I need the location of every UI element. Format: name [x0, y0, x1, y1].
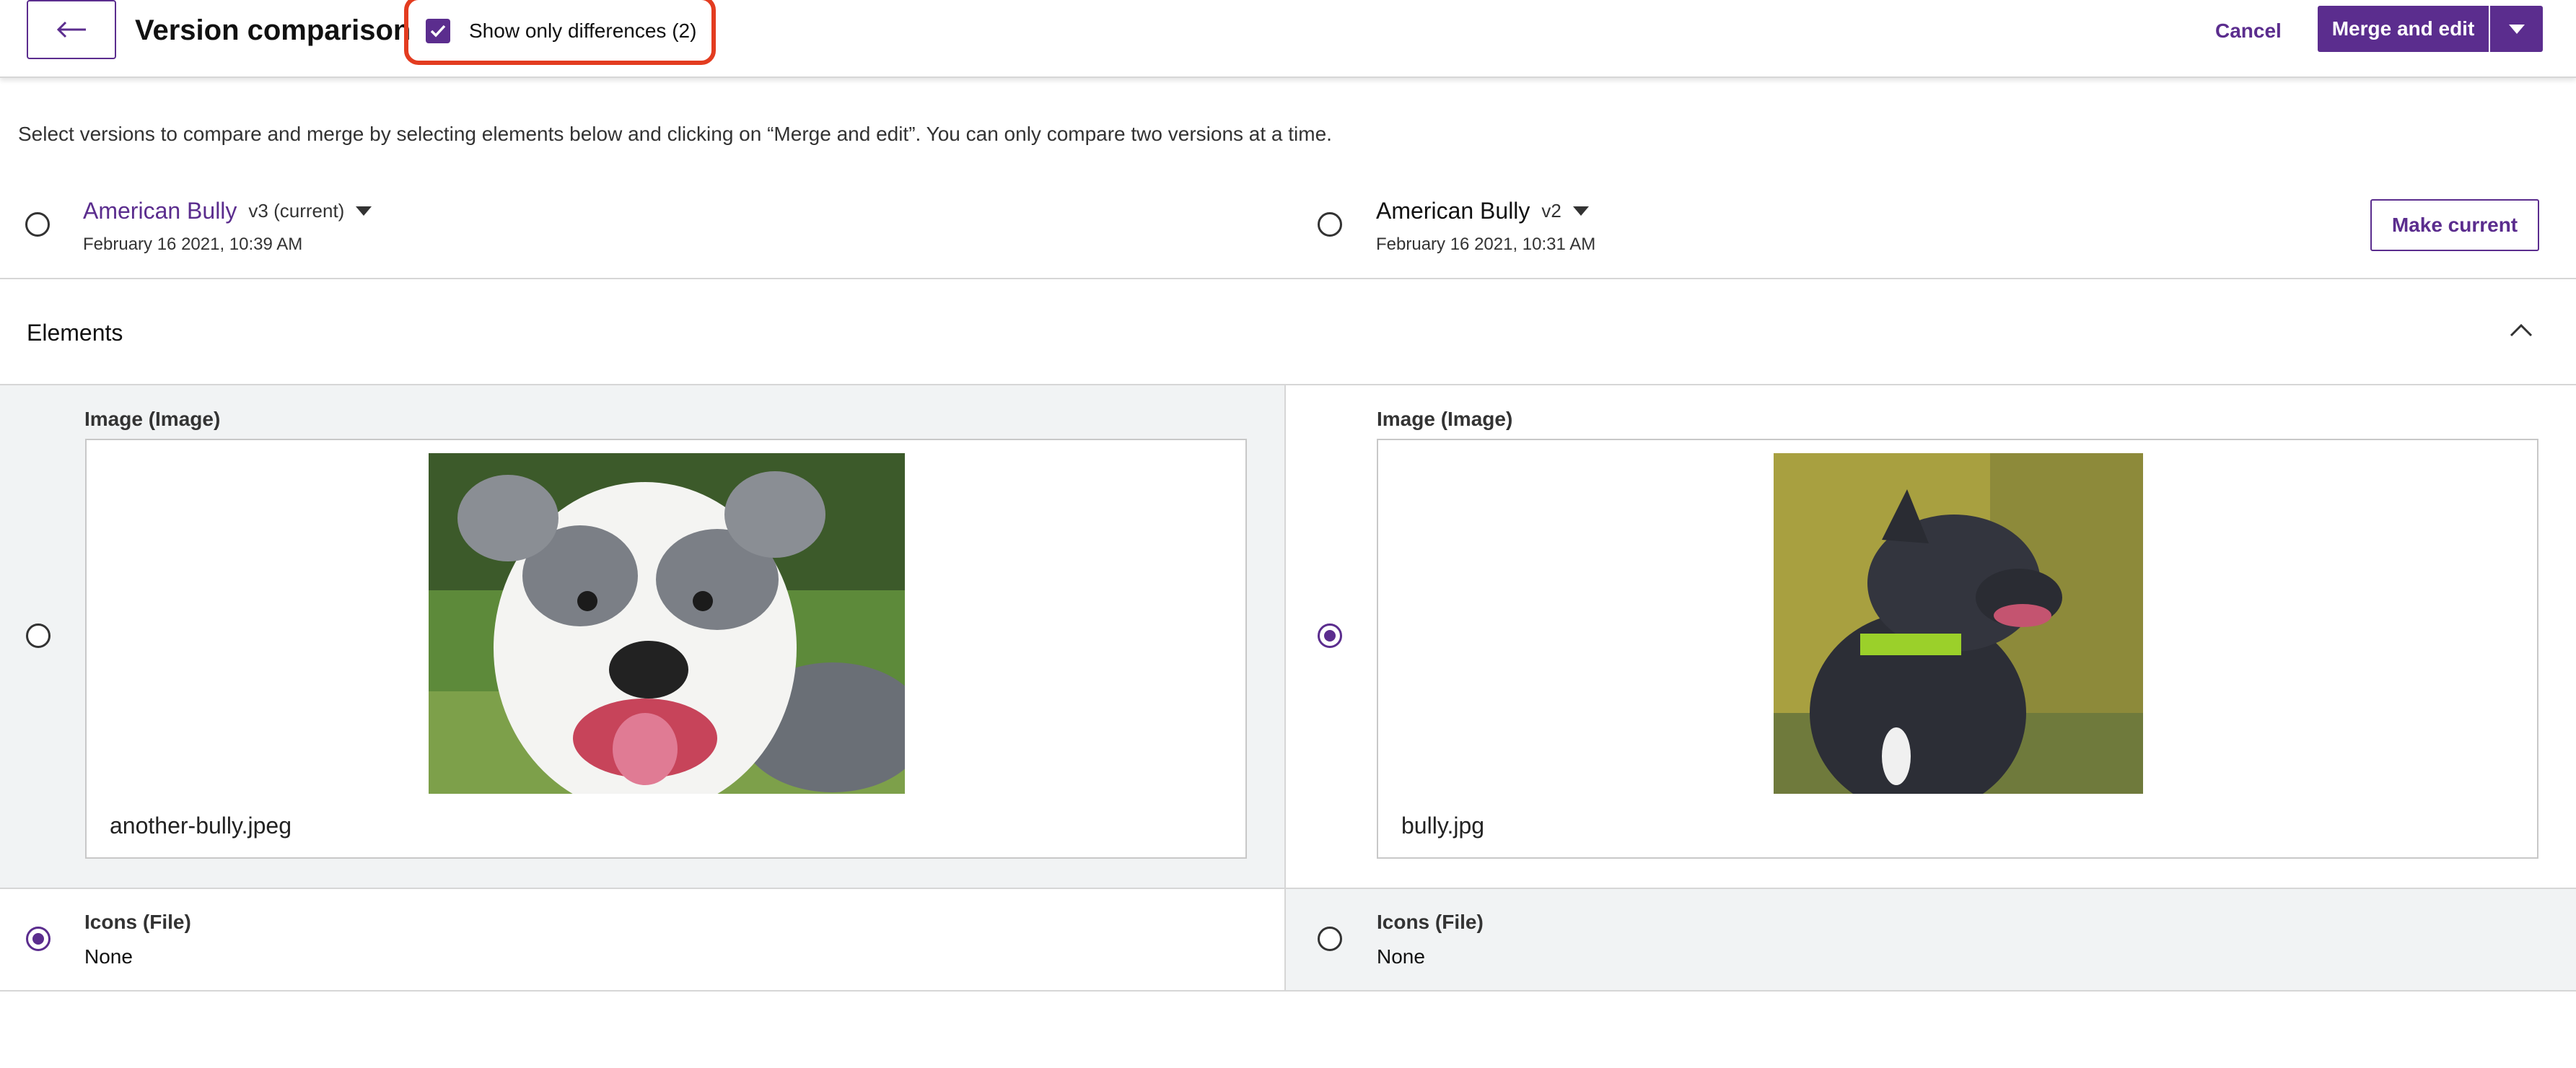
cancel-button[interactable]: Cancel — [2215, 19, 2282, 43]
image-radio-right[interactable] — [1318, 623, 1342, 648]
caret-down-icon — [2508, 24, 2525, 34]
version-date: February 16 2021, 10:39 AM — [83, 235, 303, 254]
back-button[interactable] — [27, 0, 116, 59]
field-value: None — [84, 945, 133, 968]
dog-photo-left — [429, 453, 905, 794]
dog-photo-right — [1774, 453, 2143, 794]
show-differences-checkbox[interactable] — [426, 19, 450, 43]
version-date: February 16 2021, 10:31 AM — [1376, 235, 1596, 254]
icons-panel-right — [1286, 889, 2576, 990]
show-differences-label[interactable]: Show only differences (2) — [469, 19, 696, 43]
field-label: Image (Image) — [1377, 408, 1513, 430]
version-name: American Bully — [83, 198, 237, 224]
page-title: Version comparison — [135, 14, 411, 46]
caret-down-icon — [1572, 206, 1589, 216]
merge-and-edit-button[interactable]: Merge and edit — [2318, 6, 2489, 52]
version-tag: v3 (current) — [248, 200, 345, 222]
version-tag: v2 — [1541, 200, 1561, 222]
image-card-right: bully.jpg — [1377, 439, 2538, 859]
caret-down-icon — [356, 206, 372, 216]
version-selector-v3[interactable]: American Bully v3 (current) — [83, 198, 372, 224]
make-current-button[interactable]: Make current — [2370, 199, 2539, 251]
field-label: Icons (File) — [1377, 911, 1484, 933]
field-label: Image (Image) — [84, 408, 221, 430]
section-title: Elements — [27, 320, 123, 346]
image-card-left: another-bully.jpeg — [85, 439, 1247, 859]
image-radio-left[interactable] — [26, 623, 51, 648]
field-label: Icons (File) — [84, 911, 191, 933]
divider — [0, 278, 2576, 279]
field-value: None — [1377, 945, 1425, 968]
divider — [0, 990, 2576, 992]
file-name: bully.jpg — [1401, 813, 1485, 839]
version-name: American Bully — [1376, 198, 1530, 224]
checkmark-icon — [430, 25, 446, 38]
version-radio-v3[interactable] — [25, 212, 50, 237]
version-radio-v2[interactable] — [1318, 212, 1342, 237]
chevron-up-icon[interactable] — [2510, 323, 2533, 337]
arrow-left-icon — [56, 21, 86, 38]
instructions-text: Select versions to compare and merge by … — [18, 123, 1332, 145]
icons-radio-left[interactable] — [26, 927, 51, 951]
file-name: another-bully.jpeg — [110, 813, 292, 839]
merge-options-dropdown[interactable] — [2490, 6, 2543, 52]
icons-radio-right[interactable] — [1318, 927, 1342, 951]
version-selector-v2[interactable]: American Bully v2 — [1376, 198, 1589, 224]
